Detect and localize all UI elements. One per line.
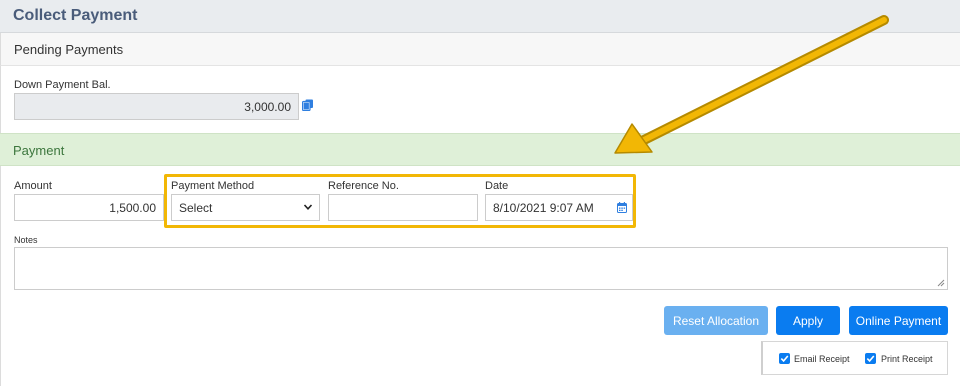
- annotation-arrow: [614, 15, 889, 154]
